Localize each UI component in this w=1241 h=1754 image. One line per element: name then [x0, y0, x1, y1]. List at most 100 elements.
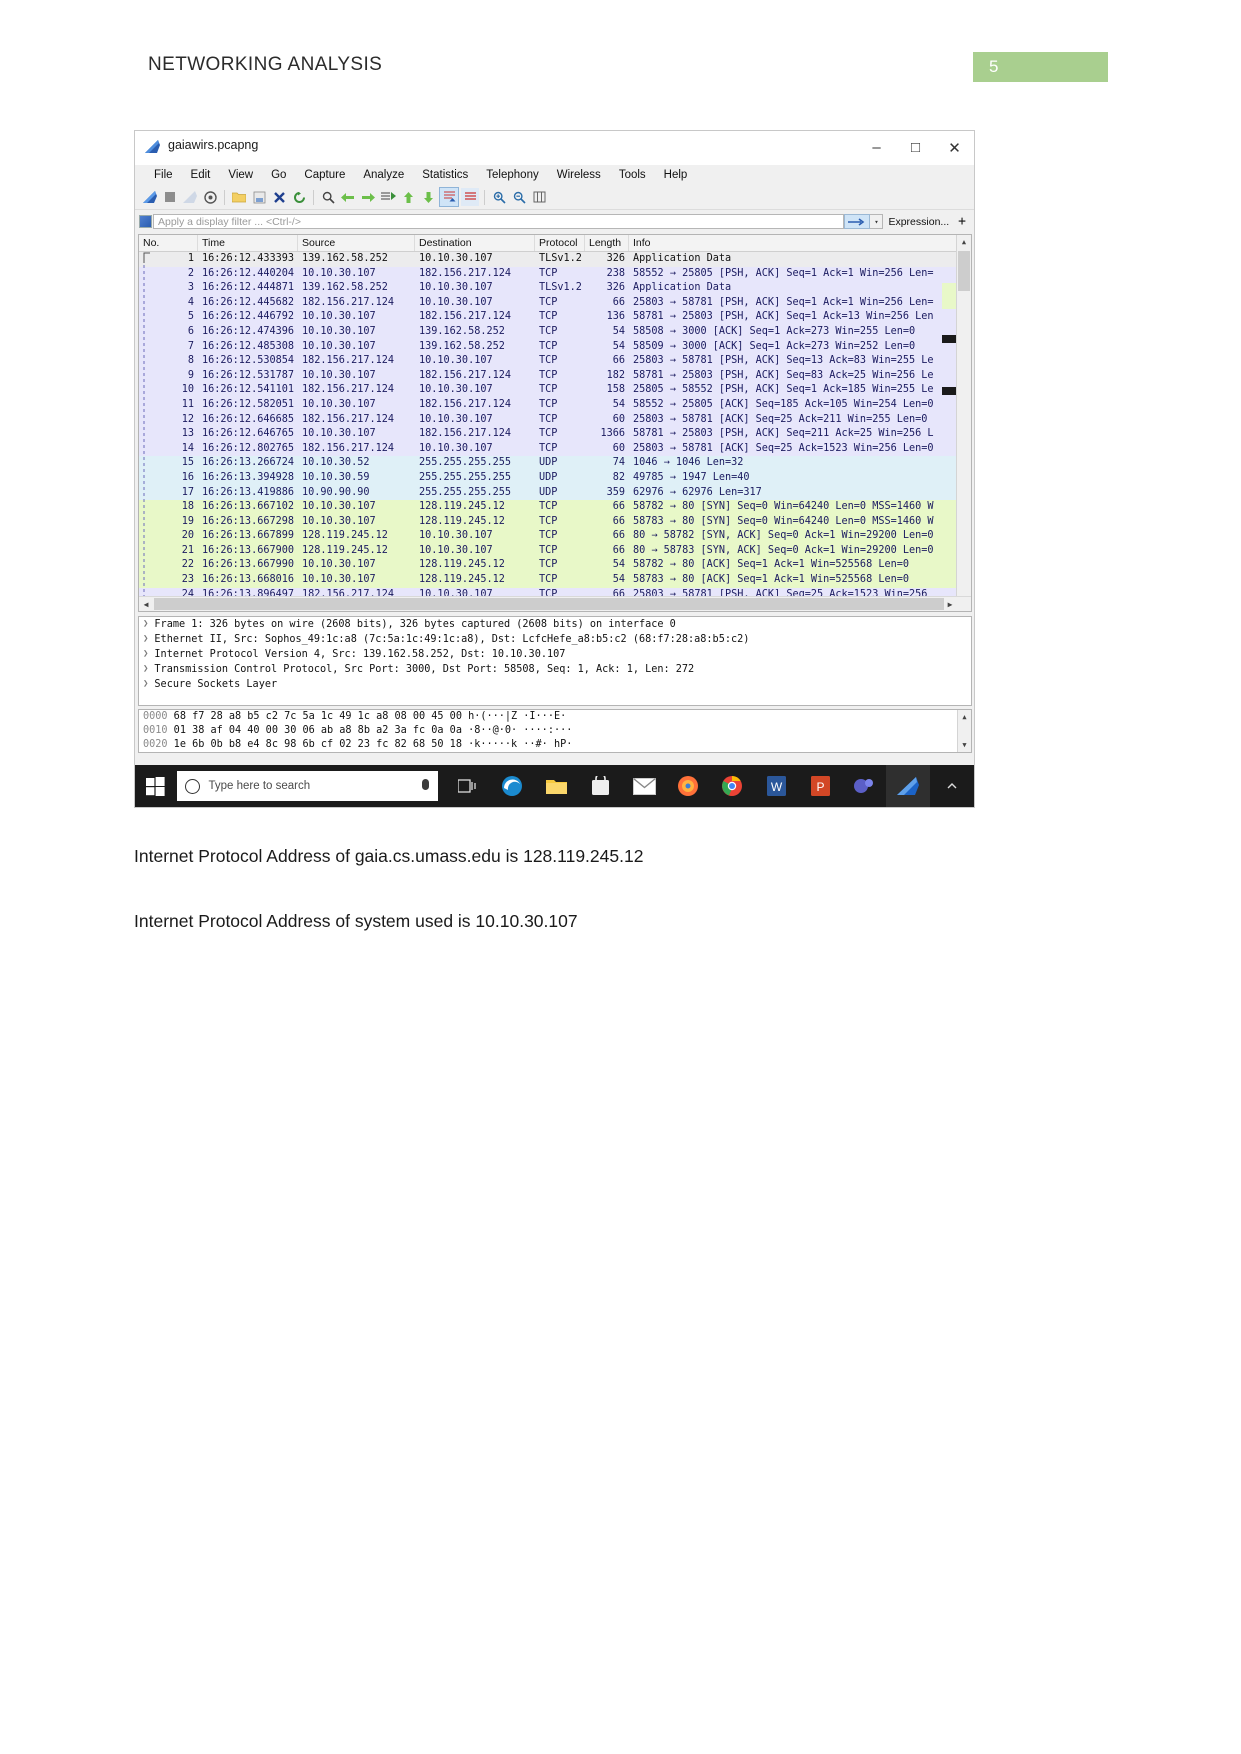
maximize-button[interactable]: □	[896, 131, 935, 164]
column-header-protocol[interactable]: Protocol	[535, 235, 585, 251]
packet-list-rows[interactable]: 1 16:26:12.433393 139.162.58.252 10.10.30.1…	[139, 252, 971, 603]
wireshark-icon[interactable]	[886, 765, 930, 807]
apply-filter-button[interactable]	[844, 214, 871, 229]
packet-row[interactable]: 3 16:26:12.444871 139.162.58.252 10.10.30.1…	[139, 281, 971, 296]
scroll-left-icon[interactable]: ◀	[139, 597, 153, 611]
horizontal-scroll-thumb[interactable]	[154, 598, 944, 610]
menu-item-view[interactable]: View	[219, 167, 262, 183]
file-explorer-icon[interactable]	[534, 765, 578, 807]
packet-row[interactable]: 2 16:26:12.440204 10.10.30.107 182.156.217.…	[139, 266, 971, 282]
column-header-time[interactable]: Time	[198, 235, 298, 251]
start-capture-icon[interactable]	[141, 188, 159, 206]
packet-row[interactable]: 15 16:26:13.266724 10.10.30.52 255.255.255.…	[139, 456, 971, 471]
menu-item-edit[interactable]: Edit	[182, 167, 220, 183]
chevron-right-icon[interactable]: ❯	[143, 647, 148, 662]
menu-item-go[interactable]: Go	[262, 167, 295, 183]
colorize-icon[interactable]	[461, 188, 479, 206]
reload-file-icon[interactable]	[290, 188, 308, 206]
scroll-right-icon[interactable]: ▶	[943, 597, 957, 611]
taskbar-search-box[interactable]: Type here to search	[176, 771, 438, 801]
autoscroll-icon[interactable]	[439, 187, 459, 207]
go-forward-icon[interactable]	[359, 188, 377, 206]
packet-row[interactable]: 16 16:26:13.394928 10.10.30.59 255.255.255.…	[139, 470, 971, 486]
go-first-packet-icon[interactable]	[399, 188, 417, 206]
menu-item-wireless[interactable]: Wireless	[548, 167, 610, 183]
menu-item-tools[interactable]: Tools	[610, 167, 655, 183]
menu-item-capture[interactable]: Capture	[295, 167, 354, 183]
column-header-source[interactable]: Source	[298, 235, 415, 251]
capture-options-icon[interactable]	[201, 188, 219, 206]
close-button[interactable]: ✕	[935, 131, 974, 164]
task-view-icon[interactable]	[446, 765, 490, 807]
find-packet-icon[interactable]	[319, 188, 337, 206]
chrome-icon[interactable]	[710, 765, 754, 807]
packet-list-pane[interactable]: No. Time Source Destination Protocol Len…	[138, 234, 972, 612]
display-filter-input[interactable]: Apply a display filter ... <Ctrl-/>	[153, 214, 845, 229]
packet-bytes-vertical-scrollbar[interactable]: ▲ ▼	[957, 710, 971, 752]
packet-detail-line[interactable]: ❯ Ethernet II, Src: Sophos_49:1c:a8 (7c:5…	[139, 632, 971, 647]
menu-item-help[interactable]: Help	[655, 167, 697, 183]
filter-history-chevron-down-icon[interactable]: ▾	[870, 214, 884, 229]
packet-row[interactable]: 4 16:26:12.445682 182.156.217.124 10.10.30.…	[139, 295, 971, 311]
packet-detail-line[interactable]: ❯ Frame 1: 326 bytes on wire (2608 bits),…	[139, 617, 971, 632]
add-filter-button[interactable]: +	[954, 214, 970, 229]
bytes-scroll-down-icon[interactable]: ▼	[958, 738, 971, 752]
column-header-info[interactable]: Info	[629, 235, 971, 251]
open-file-icon[interactable]	[230, 188, 248, 206]
packet-row[interactable]: 14 16:26:12.802765 182.156.217.124 10.10.30…	[139, 441, 971, 457]
packet-row[interactable]: 5 16:26:12.446792 10.10.30.107 182.156.217.…	[139, 310, 971, 325]
edge-icon[interactable]	[490, 765, 534, 807]
packet-row[interactable]: 19 16:26:13.667298 10.10.30.107 128.119.245…	[139, 514, 971, 530]
menu-item-analyze[interactable]: Analyze	[354, 167, 413, 183]
filter-bookmark-icon[interactable]	[139, 215, 152, 228]
go-back-icon[interactable]	[339, 188, 357, 206]
save-file-icon[interactable]	[250, 188, 268, 206]
restart-capture-icon[interactable]	[181, 188, 199, 206]
packet-row[interactable]: 7 16:26:12.485308 10.10.30.107 139.162.58.2…	[139, 339, 971, 355]
microphone-icon[interactable]	[422, 779, 429, 790]
packet-row[interactable]: 18 16:26:13.667102 10.10.30.107 128.119.245…	[139, 500, 971, 515]
packet-row[interactable]: 11 16:26:12.582051 10.10.30.107 182.156.217…	[139, 397, 971, 413]
packet-detail-line[interactable]: ❯ Secure Sockets Layer	[139, 677, 971, 692]
firefox-icon[interactable]	[666, 765, 710, 807]
packet-row[interactable]: 9 16:26:12.531787 10.10.30.107 182.156.217.…	[139, 368, 971, 384]
packet-row[interactable]: 21 16:26:13.667900 128.119.245.12 10.10.30.…	[139, 543, 971, 559]
packet-row[interactable]: 12 16:26:12.646685 182.156.217.124 10.10.30…	[139, 412, 971, 428]
packet-row[interactable]: 22 16:26:13.667990 10.10.30.107 128.119.245…	[139, 558, 971, 574]
packet-row[interactable]: 6 16:26:12.474396 10.10.30.107 139.162.58.2…	[139, 324, 971, 340]
zoom-in-icon[interactable]	[490, 188, 508, 206]
chevron-right-icon[interactable]: ❯	[143, 662, 148, 677]
close-file-icon[interactable]	[270, 188, 288, 206]
resize-columns-icon[interactable]	[530, 188, 548, 206]
column-header-no[interactable]: No.	[139, 235, 198, 251]
start-windows-icon[interactable]	[135, 765, 177, 807]
go-to-packet-icon[interactable]	[379, 188, 397, 206]
chevron-right-icon[interactable]: ❯	[143, 632, 148, 647]
column-header-destination[interactable]: Destination	[415, 235, 535, 251]
bytes-scroll-up-icon[interactable]: ▲	[958, 710, 971, 724]
packet-list-vertical-scrollbar[interactable]: ▲ ▼	[956, 235, 971, 611]
scroll-up-icon[interactable]: ▲	[957, 235, 971, 249]
go-last-packet-icon[interactable]	[419, 188, 437, 206]
packet-detail-line[interactable]: ❯ Transmission Control Protocol, Src Port…	[139, 662, 971, 677]
notification-chevron-icon[interactable]	[930, 765, 974, 807]
packet-detail-line[interactable]: ❯ Internet Protocol Version 4, Src: 139.1…	[139, 647, 971, 662]
menu-item-statistics[interactable]: Statistics	[413, 167, 477, 183]
chevron-right-icon[interactable]: ❯	[143, 617, 148, 632]
store-icon[interactable]	[578, 765, 622, 807]
stop-capture-icon[interactable]	[161, 188, 179, 206]
menu-item-telephony[interactable]: Telephony	[477, 167, 547, 183]
column-header-length[interactable]: Length	[585, 235, 629, 251]
packet-row[interactable]: 17 16:26:13.419886 10.90.90.90 255.255.255.…	[139, 485, 971, 501]
vertical-scroll-thumb[interactable]	[958, 251, 970, 291]
packet-list-horizontal-scrollbar[interactable]: ◀ ▶	[139, 596, 971, 611]
packet-row[interactable]: 1 16:26:12.433393 139.162.58.252 10.10.30.1…	[139, 252, 971, 267]
packet-row[interactable]: 8 16:26:12.530854 182.156.217.124 10.10.30.…	[139, 354, 971, 369]
packet-row[interactable]: 23 16:26:13.668016 10.10.30.107 128.119.245…	[139, 573, 971, 588]
teams-icon[interactable]	[842, 765, 886, 807]
zoom-out-icon[interactable]	[510, 188, 528, 206]
powerpoint-icon[interactable]: P	[798, 765, 842, 807]
minimize-button[interactable]: –	[857, 131, 896, 164]
packet-row[interactable]: 13 16:26:12.646765 10.10.30.107 182.156.217…	[139, 427, 971, 442]
packet-row[interactable]: 10 16:26:12.541101 182.156.217.124 10.10.30…	[139, 383, 971, 398]
